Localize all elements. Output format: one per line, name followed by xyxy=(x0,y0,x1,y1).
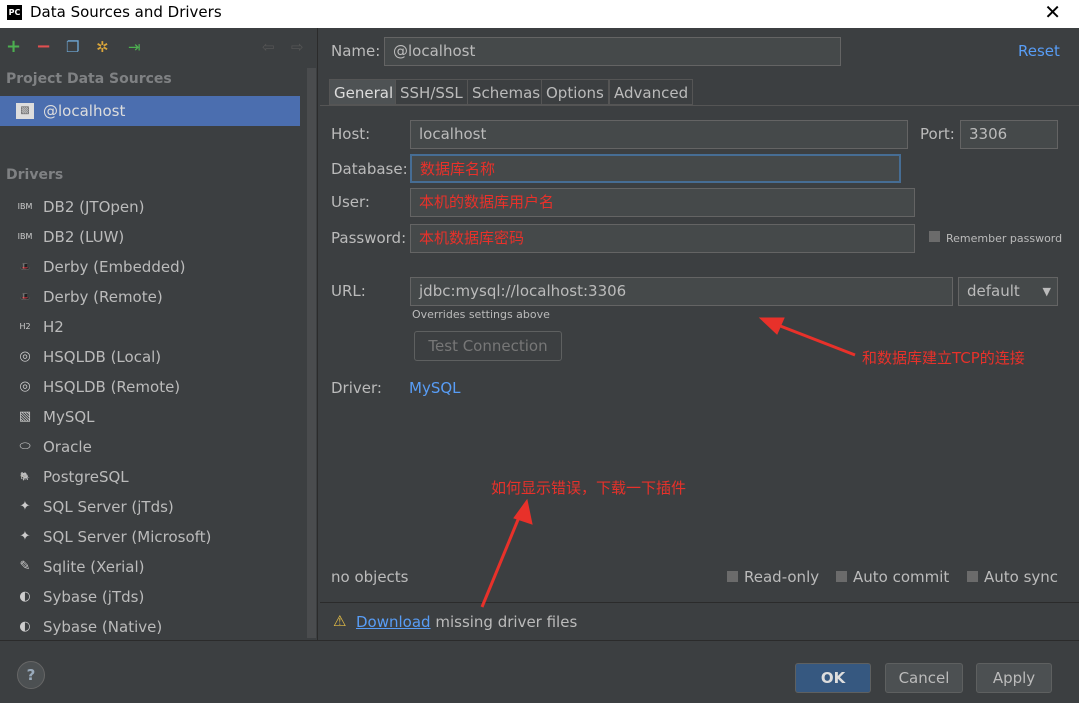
help-button[interactable]: ? xyxy=(17,661,45,689)
ok-button[interactable]: OK xyxy=(795,663,871,693)
apply-button[interactable]: Apply xyxy=(976,663,1052,693)
cancel-button[interactable]: Cancel xyxy=(885,663,963,693)
arrow-to-url xyxy=(758,317,856,357)
annotation-arrows xyxy=(480,317,856,608)
arrow-to-download xyxy=(480,498,533,608)
